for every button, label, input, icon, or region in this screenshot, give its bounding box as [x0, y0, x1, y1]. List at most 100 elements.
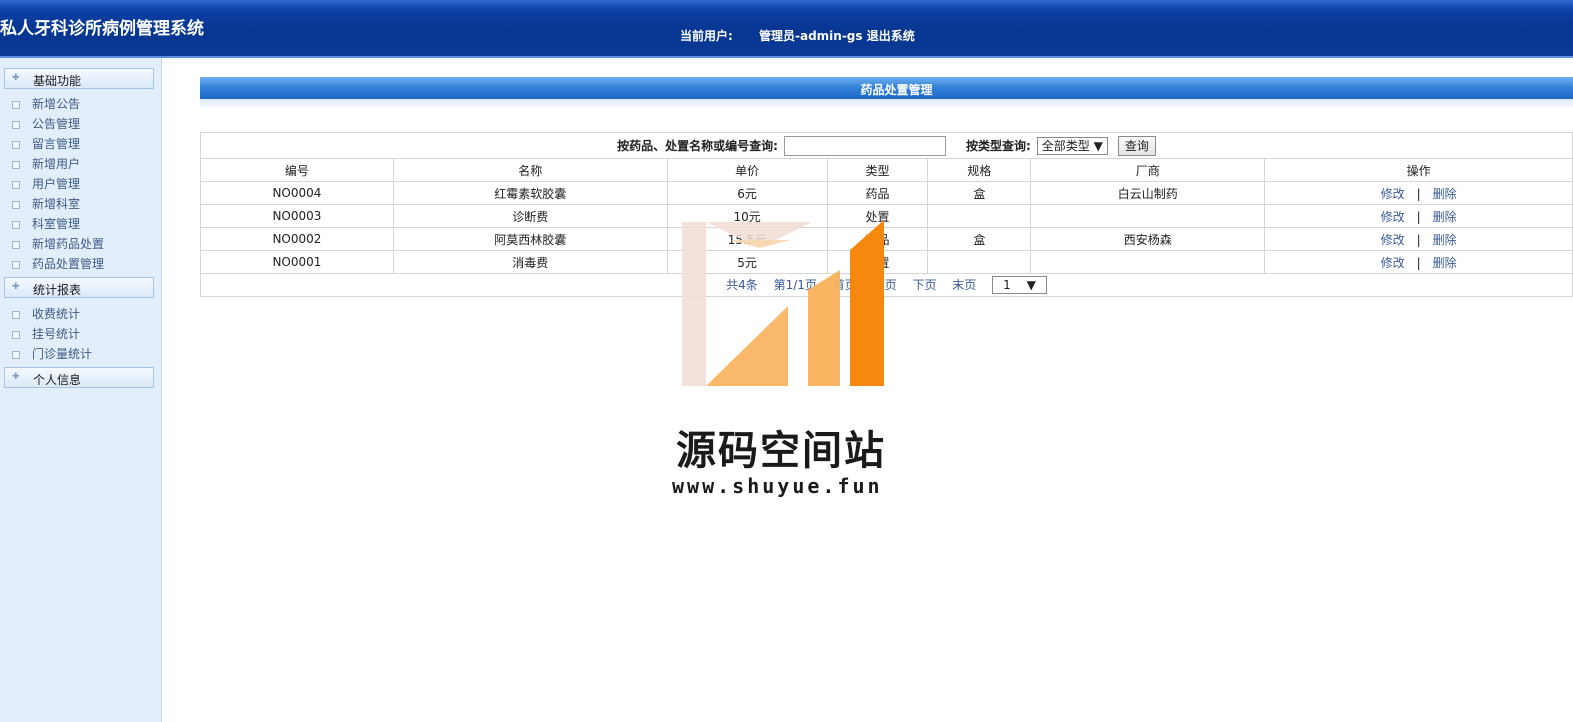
bullet-icon — [12, 241, 20, 249]
search-bar: 按药品、处置名称或编号查询: 按类型查询: 全部类型 ▼ 查询 — [617, 135, 1156, 156]
sidebar-item-add-dept[interactable]: 新增科室 — [12, 195, 80, 213]
delete-link[interactable]: 删除 — [1433, 187, 1457, 201]
sidebar: ✚ 基础功能 新增公告 公告管理 留言管理 新增用户 用户管理 新增科室 科室管… — [0, 58, 162, 722]
table-header-row: 编号 名称 单价 类型 规格 厂商 操作 — [200, 158, 1573, 182]
search-cell: 按药品、处置名称或编号查询: 按类型查询: 全部类型 ▼ 查询 — [200, 132, 1573, 159]
sidebar-item-label: 新增公告 — [32, 97, 81, 111]
sidebar-item-add-drug[interactable]: 新增药品处置 — [12, 235, 104, 253]
cell-maker — [1030, 250, 1266, 274]
cell-spec — [927, 250, 1032, 274]
column-header: 编号 — [200, 158, 394, 182]
panel-subheader — [200, 99, 1573, 107]
menu-group-basic[interactable]: ✚ 基础功能 — [4, 68, 154, 89]
panel-title: 药品处置管理 — [860, 83, 933, 97]
cell-actions: 修改 | 删除 — [1264, 227, 1573, 251]
cell-type: 药品 — [826, 181, 929, 205]
cell-actions: 修改 | 删除 — [1264, 250, 1573, 274]
type-select-value: 全部类型 — [1041, 138, 1090, 153]
cell-price: 6元 — [666, 181, 828, 205]
search-label: 按药品、处置名称或编号查询: — [617, 139, 778, 153]
pager-row: 共4条 第1/1页 首页 上页 下页 末页 1 ▼ — [200, 273, 1573, 297]
cell-price: 10元 — [666, 204, 828, 228]
action-separator: | — [1416, 255, 1421, 270]
delete-link[interactable]: 删除 — [1433, 210, 1457, 224]
logout-link[interactable]: 退出系统 — [867, 29, 915, 43]
sidebar-item-label: 用户管理 — [32, 177, 81, 191]
expand-icon: ✚ — [12, 73, 20, 83]
sidebar-item-register-stats[interactable]: 挂号统计 — [12, 325, 80, 343]
column-header: 单价 — [666, 158, 828, 182]
pager-page: 第1/1页 — [773, 278, 817, 292]
edit-link[interactable]: 修改 — [1381, 233, 1405, 247]
cell-price: 5元 — [666, 250, 828, 274]
bullet-icon — [12, 221, 20, 229]
menu-group-profile[interactable]: ✚ 个人信息 — [4, 367, 154, 388]
edit-link[interactable]: 修改 — [1381, 210, 1405, 224]
sidebar-item-drug-manage[interactable]: 药品处置管理 — [12, 255, 104, 273]
sidebar-item-fee-stats[interactable]: 收费统计 — [12, 305, 80, 323]
bullet-icon — [12, 331, 20, 339]
sidebar-item-label: 门诊量统计 — [32, 347, 93, 361]
type-select[interactable]: 全部类型 ▼ — [1036, 136, 1108, 155]
pager-next[interactable]: 下页 — [912, 278, 936, 292]
table-row: NO0002 阿莫西林胶囊 15.5元 药品 盒 西安杨森 修改 | 删除 — [200, 227, 1573, 251]
edit-link[interactable]: 修改 — [1381, 187, 1405, 201]
sidebar-item-label: 科室管理 — [32, 217, 81, 231]
column-header: 厂商 — [1030, 158, 1266, 182]
search-row: 按药品、处置名称或编号查询: 按类型查询: 全部类型 ▼ 查询 — [200, 132, 1573, 159]
sidebar-item-label: 新增药品处置 — [32, 237, 105, 251]
menu-group-label: 个人信息 — [33, 373, 82, 387]
sidebar-item-user-manage[interactable]: 用户管理 — [12, 175, 80, 193]
delete-link[interactable]: 删除 — [1433, 256, 1457, 270]
cell-id: NO0001 — [200, 250, 394, 274]
menu-group-stats[interactable]: ✚ 统计报表 — [4, 277, 154, 298]
pager-first[interactable]: 首页 — [833, 278, 857, 292]
table-row: NO0001 消毒费 5元 处置 修改 | 删除 — [200, 250, 1573, 274]
column-header: 类型 — [826, 158, 929, 182]
sidebar-item-dept-manage[interactable]: 科室管理 — [12, 215, 80, 233]
cell-type: 处置 — [826, 250, 929, 274]
top-header: 私人牙科诊所病例管理系统 当前用户: 管理员-admin-gs 退出系统 — [0, 0, 1573, 58]
cell-name: 消毒费 — [392, 250, 668, 274]
bullet-icon — [12, 351, 20, 359]
sidebar-item-message-manage[interactable]: 留言管理 — [12, 135, 80, 153]
cell-name: 诊断费 — [392, 204, 668, 228]
sidebar-item-add-user[interactable]: 新增用户 — [12, 155, 80, 173]
cell-name: 红霉素软胶囊 — [392, 181, 668, 205]
pager: 共4条 第1/1页 首页 上页 下页 末页 1 ▼ — [720, 276, 1053, 294]
delete-link[interactable]: 删除 — [1433, 233, 1457, 247]
current-user-label: 当前用户: — [680, 29, 733, 43]
table-row: NO0004 红霉素软胶囊 6元 药品 盒 白云山制药 修改 | 删除 — [200, 181, 1573, 205]
sidebar-item-label: 新增用户 — [32, 157, 81, 171]
pager-prev[interactable]: 上页 — [873, 278, 897, 292]
sidebar-item-label: 挂号统计 — [32, 327, 81, 341]
action-separator: | — [1416, 232, 1421, 247]
bullet-icon — [12, 141, 20, 149]
menu-group-label: 统计报表 — [33, 283, 82, 297]
expand-icon: ✚ — [12, 372, 20, 382]
action-separator: | — [1416, 209, 1421, 224]
pager-last[interactable]: 末页 — [952, 278, 976, 292]
edit-link[interactable]: 修改 — [1381, 256, 1405, 270]
sidebar-item-label: 公告管理 — [32, 117, 81, 131]
bullet-icon — [12, 261, 20, 269]
bullet-icon — [12, 201, 20, 209]
table-row: NO0003 诊断费 10元 处置 修改 | 删除 — [200, 204, 1573, 228]
cell-spec — [927, 204, 1032, 228]
sidebar-item-visit-stats[interactable]: 门诊量统计 — [12, 345, 92, 363]
search-input[interactable] — [783, 135, 946, 156]
sidebar-item-label: 收费统计 — [32, 307, 81, 321]
page-select[interactable]: 1 ▼ — [992, 276, 1047, 294]
cell-type: 处置 — [826, 204, 929, 228]
cell-spec: 盒 — [927, 181, 1032, 205]
pager-total: 共4条 — [726, 278, 758, 292]
sidebar-item-notice-manage[interactable]: 公告管理 — [12, 115, 80, 133]
cell-spec: 盒 — [927, 227, 1032, 251]
cell-id: NO0002 — [200, 227, 394, 251]
action-separator: | — [1416, 186, 1421, 201]
cell-price: 15.5元 — [666, 227, 828, 251]
watermark-url: www.shuyue.fun — [672, 474, 883, 498]
cell-id: NO0004 — [200, 181, 394, 205]
sidebar-item-add-notice[interactable]: 新增公告 — [12, 95, 80, 113]
search-button[interactable]: 查询 — [1117, 135, 1156, 156]
